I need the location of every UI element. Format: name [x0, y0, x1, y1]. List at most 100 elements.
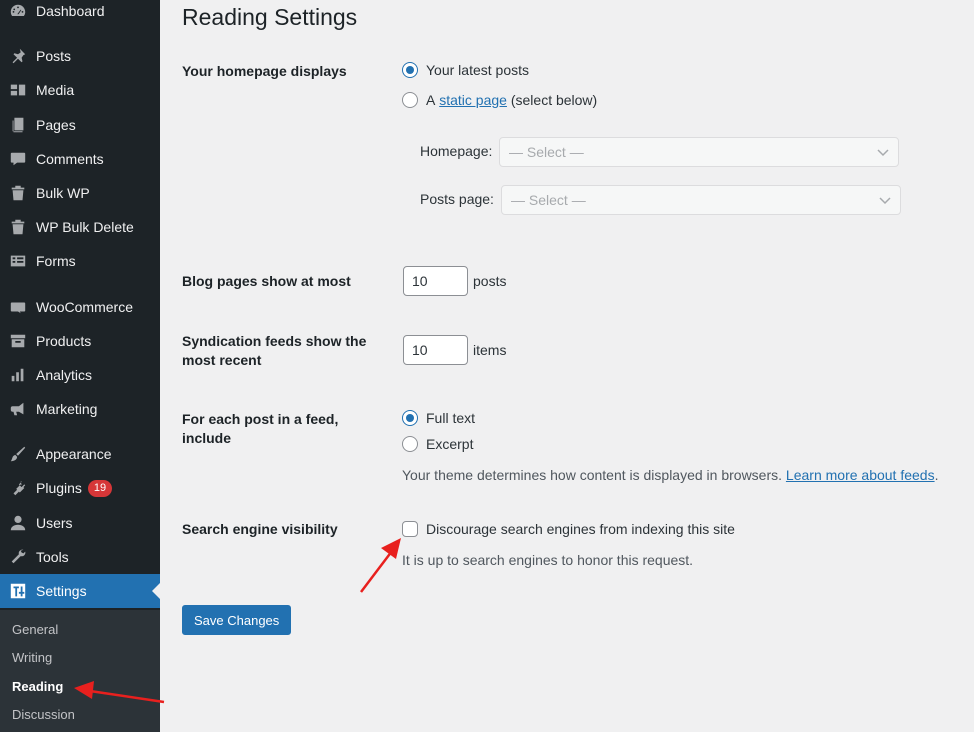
sidebar-item-marketing[interactable]: Marketing	[0, 392, 160, 426]
sidebar-item-dashboard[interactable]: Dashboard	[0, 0, 160, 28]
megaphone-icon	[0, 392, 36, 426]
learn-more-feeds-link[interactable]: Learn more about feeds	[786, 467, 935, 483]
blog-pages-unit: posts	[473, 273, 507, 289]
dashboard-icon	[0, 0, 36, 28]
static-page-prefix: A	[426, 92, 436, 108]
latest-posts-label: Your latest posts	[426, 62, 529, 78]
sidebar-item-wp-bulk-delete[interactable]: WP Bulk Delete	[0, 210, 160, 244]
sidebar-item-label: WP Bulk Delete	[36, 219, 134, 235]
sidebar-item-settings[interactable]: Settings	[0, 574, 160, 608]
sidebar-item-label: Products	[36, 333, 92, 349]
feed-description: Your theme determines how content is dis…	[402, 467, 938, 483]
sidebar-item-label: Appearance	[36, 446, 112, 462]
blog-pages-input[interactable]: 10	[403, 266, 468, 296]
save-changes-button[interactable]: Save Changes	[182, 605, 292, 635]
user-icon	[0, 506, 36, 540]
settings-sliders-icon	[0, 574, 36, 608]
sidebar-item-label: Forms	[36, 253, 76, 269]
sidebar-item-forms[interactable]: Forms	[0, 244, 160, 278]
sidebar-item-posts[interactable]: Posts	[0, 39, 160, 73]
plugin-update-count-badge: 19	[87, 479, 113, 497]
chevron-down-icon	[879, 197, 891, 205]
visibility-note: It is up to search engines to honor this…	[402, 552, 694, 568]
homepage-select-value: — Select —	[509, 144, 584, 160]
sidebar-item-label: Posts	[36, 48, 72, 64]
excerpt-option[interactable]: Excerpt	[402, 436, 473, 452]
posts-page-select[interactable]: — Select —	[501, 185, 901, 215]
trash-icon	[0, 210, 36, 244]
excerpt-radio[interactable]	[402, 436, 418, 452]
sidebar-item-tools[interactable]: Tools	[0, 540, 160, 574]
paintbrush-icon	[0, 437, 36, 471]
blog-pages-label: Blog pages show at most	[182, 273, 351, 289]
static-page-radio[interactable]	[402, 92, 418, 108]
sidebar-item-comments[interactable]: Comments	[0, 142, 160, 176]
search-visibility-label: Search engine visibility	[182, 521, 338, 537]
trash-icon	[0, 176, 36, 210]
latest-posts-radio[interactable]	[402, 62, 418, 78]
feed-description-text: Your theme determines how content is dis…	[402, 467, 783, 483]
full-text-radio[interactable]	[402, 410, 418, 426]
media-icon	[0, 73, 36, 107]
sidebar-item-label: Media	[36, 82, 75, 98]
discourage-search-checkbox[interactable]	[402, 521, 418, 537]
sidebar-item-label: Plugins	[36, 480, 82, 496]
sidebar-item-woocommerce[interactable]: WooCommerce	[0, 290, 160, 324]
sidebar-item-label: Pages	[36, 117, 76, 133]
submenu-item-reading[interactable]: Reading	[12, 679, 63, 694]
static-page-option[interactable]: A static page (select below)	[402, 92, 597, 108]
posts-page-select-value: — Select —	[511, 192, 586, 208]
feed-content-label: For each post in a feed, include	[182, 411, 339, 446]
forms-icon	[0, 244, 36, 278]
discourage-search-option[interactable]: Discourage search engines from indexing …	[402, 521, 735, 537]
sidebar-item-label: Tools	[36, 549, 69, 565]
sidebar-item-users[interactable]: Users	[0, 506, 160, 540]
sidebar-item-label: WooCommerce	[36, 299, 133, 315]
posts-page-select-label: Posts page:	[420, 191, 494, 207]
sidebar-item-media[interactable]: Media	[0, 73, 160, 107]
woo-icon	[0, 290, 36, 324]
sidebar-item-label: Dashboard	[36, 3, 105, 19]
sidebar-item-analytics[interactable]: Analytics	[0, 358, 160, 392]
main-content: Reading Settings Your homepage displays …	[182, 0, 974, 732]
bar-chart-icon	[0, 358, 36, 392]
submenu-item-discussion[interactable]: Discussion	[12, 707, 75, 722]
pages-icon	[0, 108, 36, 142]
full-text-label: Full text	[426, 410, 476, 426]
sidebar-item-bulk-wp[interactable]: Bulk WP	[0, 176, 160, 210]
latest-posts-option[interactable]: Your latest posts	[402, 62, 529, 78]
excerpt-label: Excerpt	[426, 436, 474, 452]
sidebar-item-label: Analytics	[36, 367, 93, 383]
static-page-suffix: (select below)	[510, 92, 598, 108]
archive-icon	[0, 324, 36, 358]
plugin-icon	[0, 471, 36, 505]
settings-submenu: General Writing Reading Discussion	[0, 610, 160, 732]
feed-description-period: .	[934, 467, 939, 483]
full-text-option[interactable]: Full text	[402, 410, 475, 426]
homepage-select[interactable]: — Select —	[499, 137, 899, 167]
syndication-feeds-unit: items	[473, 342, 507, 358]
sidebar-item-appearance[interactable]: Appearance	[0, 437, 160, 471]
syndication-feeds-input[interactable]: 10	[403, 335, 468, 365]
wrench-icon	[0, 540, 36, 574]
static-page-link[interactable]: static page	[439, 92, 507, 108]
sidebar-item-label: Marketing	[36, 401, 98, 417]
sidebar-item-products[interactable]: Products	[0, 324, 160, 358]
homepage-select-label: Homepage:	[420, 143, 493, 159]
sidebar-item-label: Users	[36, 515, 73, 531]
page-title: Reading Settings	[182, 4, 358, 30]
sidebar-item-pages[interactable]: Pages	[0, 108, 160, 142]
comment-icon	[0, 142, 36, 176]
chevron-down-icon	[877, 149, 889, 157]
pushpin-icon	[0, 39, 36, 73]
sidebar-item-label: Comments	[36, 151, 104, 167]
sidebar-item-label: Bulk WP	[36, 185, 90, 201]
sidebar-item-label: Settings	[36, 583, 87, 599]
submenu-item-writing[interactable]: Writing	[12, 650, 52, 665]
sidebar-item-plugins[interactable]: Plugins 19	[0, 471, 160, 505]
submenu-item-general[interactable]: General	[12, 622, 58, 637]
discourage-search-label: Discourage search engines from indexing …	[426, 521, 735, 537]
admin-sidebar: Dashboard Posts Media Pages Comments Bul…	[0, 0, 160, 732]
homepage-displays-label: Your homepage displays	[182, 63, 347, 79]
syndication-feeds-label: Syndication feeds show the most recent	[182, 333, 367, 368]
